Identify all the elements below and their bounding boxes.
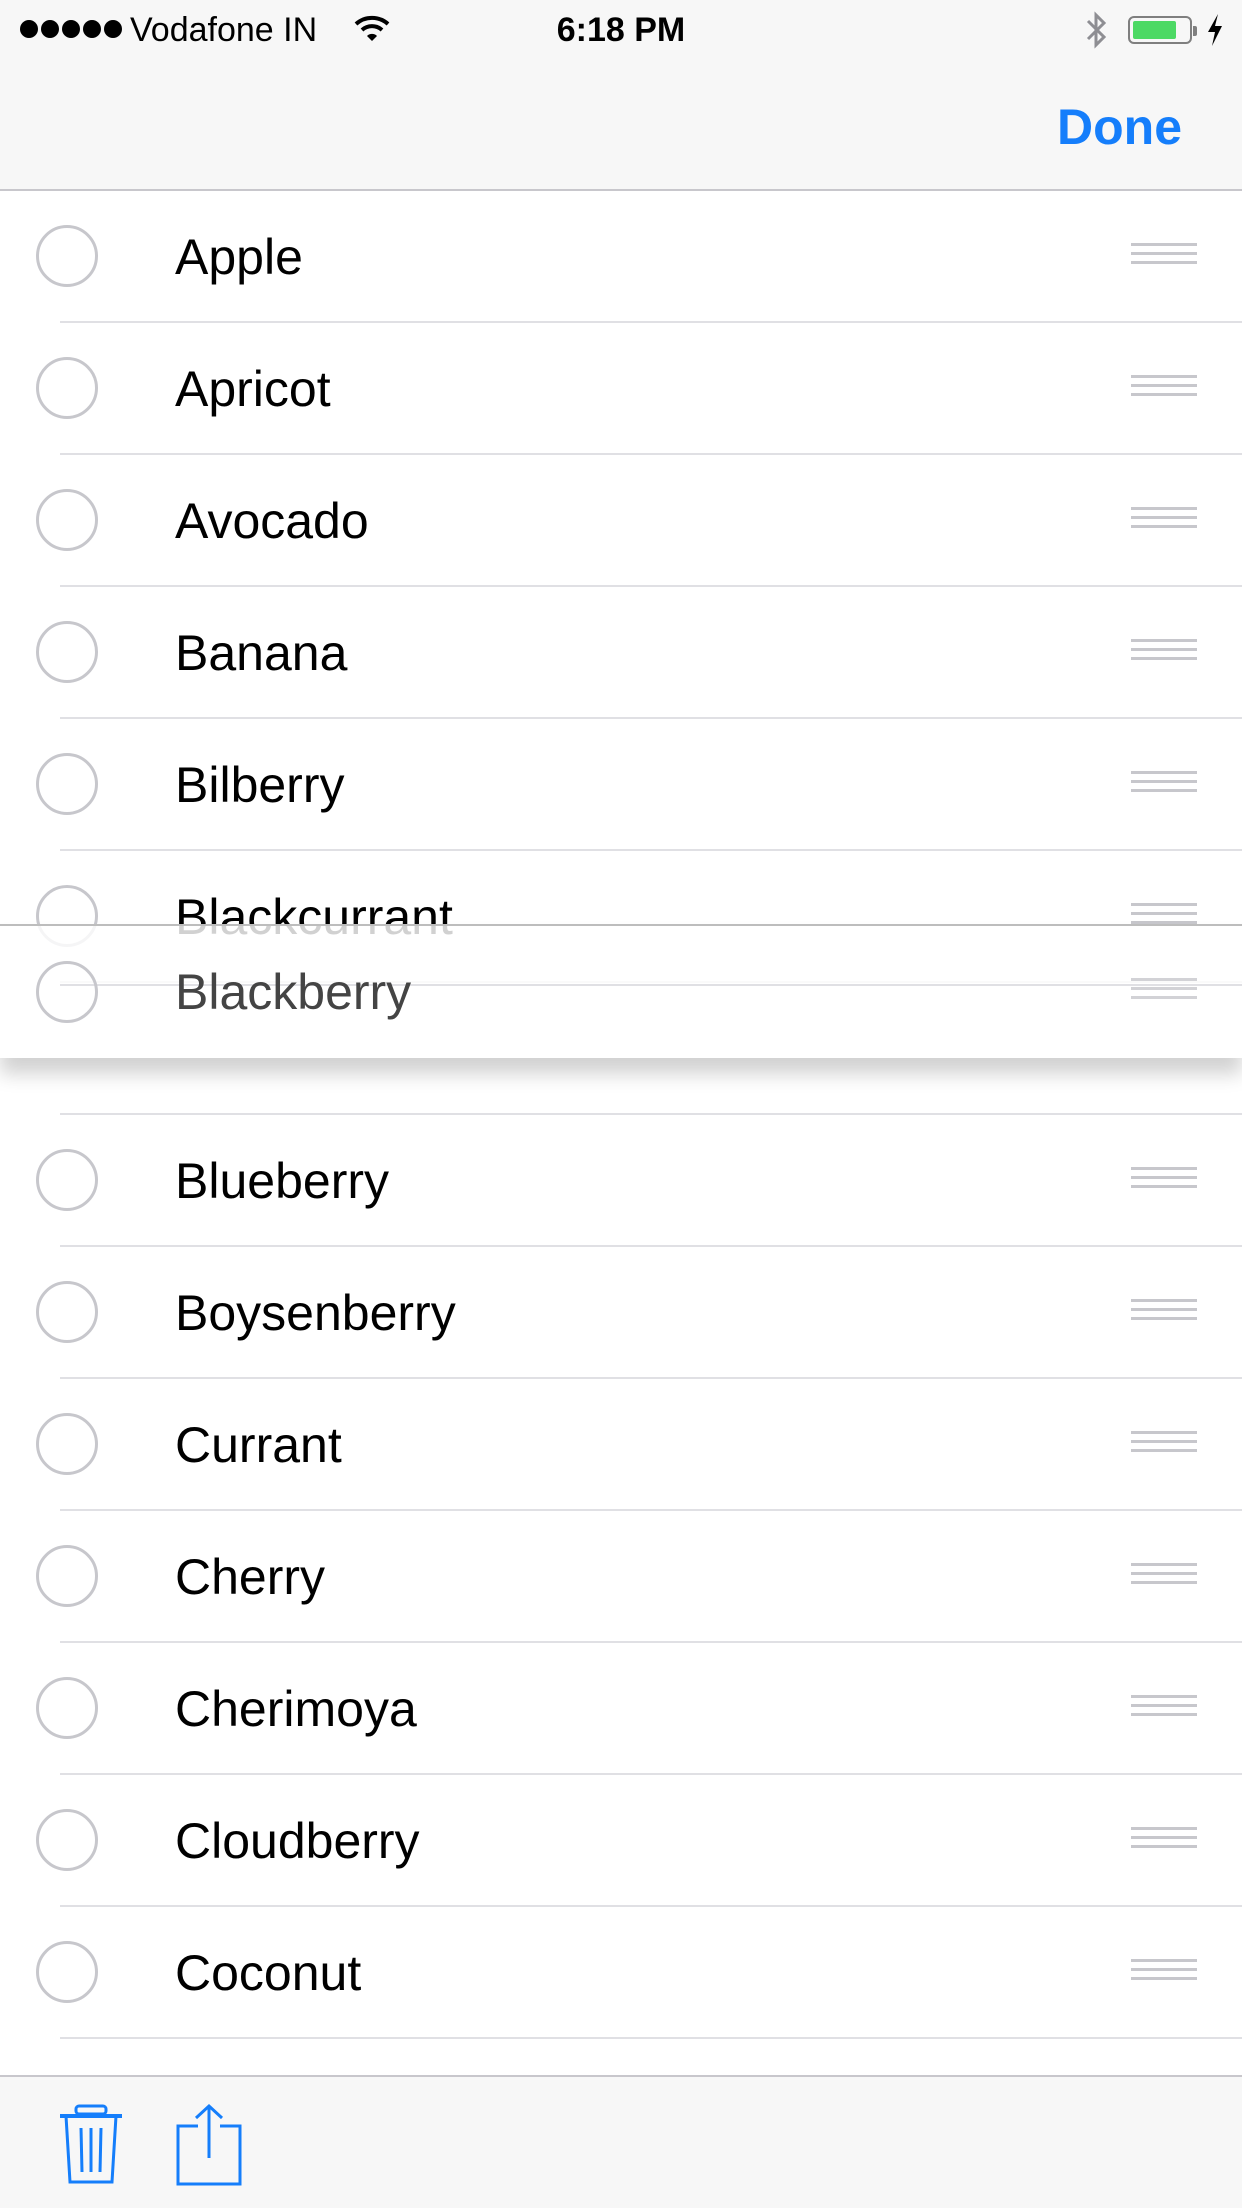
list-item[interactable]: Cherry <box>0 1511 1242 1643</box>
list-item[interactable]: Apple <box>0 191 1242 323</box>
list-item[interactable]: Apricot <box>0 323 1242 455</box>
list-item-label: Apple <box>175 229 303 285</box>
selection-circle[interactable] <box>36 1545 98 1607</box>
reorder-grip-icon[interactable] <box>1131 1827 1197 1855</box>
list-item[interactable]: Coconut <box>0 1907 1242 2039</box>
done-button[interactable]: Done <box>1057 98 1182 156</box>
list-item-label: Currant <box>175 1417 342 1473</box>
reorder-grip-icon[interactable] <box>1131 1959 1197 1987</box>
reorder-grip-icon[interactable] <box>1131 1563 1197 1591</box>
dragging-row[interactable]: Blackberry <box>0 924 1242 1058</box>
charging-icon <box>1208 14 1222 46</box>
selection-circle[interactable] <box>36 1149 98 1211</box>
list-item-label: Avocado <box>175 493 369 549</box>
bottom-toolbar <box>0 2075 1242 2208</box>
bluetooth-icon <box>1086 11 1107 49</box>
list-item-label: Banana <box>175 625 348 681</box>
trash-icon[interactable] <box>56 2102 126 2186</box>
reorder-grip-icon[interactable] <box>1131 1431 1197 1459</box>
list-item-label: Cherry <box>175 1549 326 1605</box>
list-item-label: Blueberry <box>175 1153 389 1209</box>
status-time: 6:18 PM <box>556 11 686 49</box>
list-item-label: Apricot <box>175 361 331 417</box>
reorder-grip-icon[interactable] <box>1131 1299 1197 1327</box>
selection-circle[interactable] <box>36 753 98 815</box>
list-item[interactable]: Cherimoya <box>0 1643 1242 1775</box>
selection-circle[interactable] <box>36 1677 98 1739</box>
reorder-grip-icon[interactable] <box>1131 771 1197 799</box>
dragging-row-label: Blackberry <box>175 964 412 1020</box>
selection-circle[interactable] <box>36 1281 98 1343</box>
list-item-label: Boysenberry <box>175 1285 456 1341</box>
selection-circle[interactable] <box>36 489 98 551</box>
selection-circle[interactable] <box>36 357 98 419</box>
list-item[interactable]: Boysenberry <box>0 1247 1242 1379</box>
navigation-bar: Done <box>0 60 1242 191</box>
status-bar: Vodafone IN 6:18 PM <box>0 0 1242 60</box>
reorder-grip-icon[interactable] <box>1131 1167 1197 1195</box>
list-item-label: Cherimoya <box>175 1681 417 1737</box>
selection-circle[interactable] <box>36 1413 98 1475</box>
list-item[interactable]: Banana <box>0 587 1242 719</box>
reorder-grip-icon[interactable] <box>1131 1695 1197 1723</box>
selection-circle[interactable] <box>36 225 98 287</box>
selection-circle[interactable] <box>36 1941 98 2003</box>
reorder-grip-icon[interactable] <box>1131 507 1197 535</box>
list-item-label: Cloudberry <box>175 1813 420 1869</box>
list-item[interactable]: Currant <box>0 1379 1242 1511</box>
reorder-grip-icon[interactable] <box>1131 375 1197 403</box>
list-item-label: Coconut <box>175 1945 362 2001</box>
row-separator <box>60 2037 1242 2039</box>
list-item[interactable]: Blueberry <box>0 1115 1242 1247</box>
share-icon[interactable] <box>174 2102 244 2186</box>
list-item-label: Bilberry <box>175 757 345 813</box>
selection-circle[interactable] <box>36 961 98 1023</box>
battery-fill <box>1133 21 1176 39</box>
list-item[interactable]: Cloudberry <box>0 1775 1242 1907</box>
reorder-grip-icon[interactable] <box>1131 978 1197 1006</box>
reorder-grip-icon[interactable] <box>1131 243 1197 271</box>
selection-circle[interactable] <box>36 1809 98 1871</box>
list-item[interactable]: Bilberry <box>0 719 1242 851</box>
reorder-grip-icon[interactable] <box>1131 639 1197 667</box>
battery-icon <box>1128 16 1197 44</box>
list-item[interactable]: Avocado <box>0 455 1242 587</box>
selection-circle[interactable] <box>36 621 98 683</box>
